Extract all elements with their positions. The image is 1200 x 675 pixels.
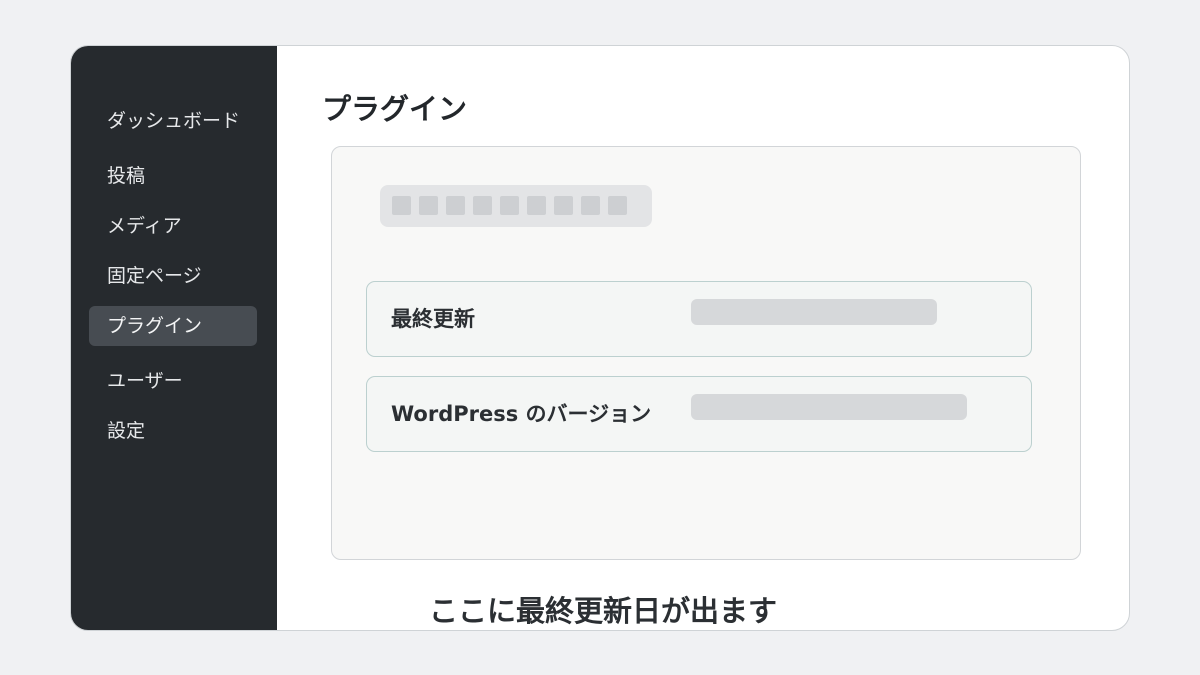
placeholder-block: [527, 196, 546, 215]
placeholder-block: [473, 196, 492, 215]
sidebar-item-users[interactable]: ユーザー: [89, 361, 257, 401]
placeholder-block: [608, 196, 627, 215]
placeholder-block: [554, 196, 573, 215]
sidebar-item-settings[interactable]: 設定: [89, 411, 257, 451]
sidebar-item-dashboard[interactable]: ダッシュボード: [89, 101, 257, 141]
wordpress-version-label: WordPress のバージョン: [391, 402, 652, 426]
app-window: ダッシュボード 投稿 メディア 固定ページ プラグイン ユーザー 設定 プラグイ…: [70, 45, 1130, 631]
sidebar-item-pages[interactable]: 固定ページ: [89, 256, 257, 296]
placeholder-block: [581, 196, 600, 215]
plugin-name-placeholder: [380, 185, 652, 227]
sidebar-item-media[interactable]: メディア: [89, 206, 257, 246]
sidebar-item-posts[interactable]: 投稿: [89, 156, 257, 196]
placeholder-block: [446, 196, 465, 215]
placeholder-block: [500, 196, 519, 215]
wordpress-version-row: WordPress のバージョン: [366, 376, 1032, 452]
placeholder-block: [392, 196, 411, 215]
placeholder-block: [419, 196, 438, 215]
plugin-details-panel: 最終更新 WordPress のバージョン: [331, 146, 1081, 560]
last-updated-value-placeholder: [691, 299, 937, 325]
last-updated-label: 最終更新: [391, 307, 475, 331]
main-content: プラグイン 最終更新 WordPress のバージョン ここに最終更新日が出ます: [277, 46, 1129, 630]
page-title: プラグイン: [322, 92, 468, 126]
last-updated-row: 最終更新: [366, 281, 1032, 357]
annotation-caption: ここに最終更新日が出ます: [429, 594, 778, 628]
wordpress-version-value-placeholder: [691, 394, 967, 420]
admin-sidebar: ダッシュボード 投稿 メディア 固定ページ プラグイン ユーザー 設定: [71, 46, 277, 630]
sidebar-item-plugins[interactable]: プラグイン: [89, 306, 257, 346]
